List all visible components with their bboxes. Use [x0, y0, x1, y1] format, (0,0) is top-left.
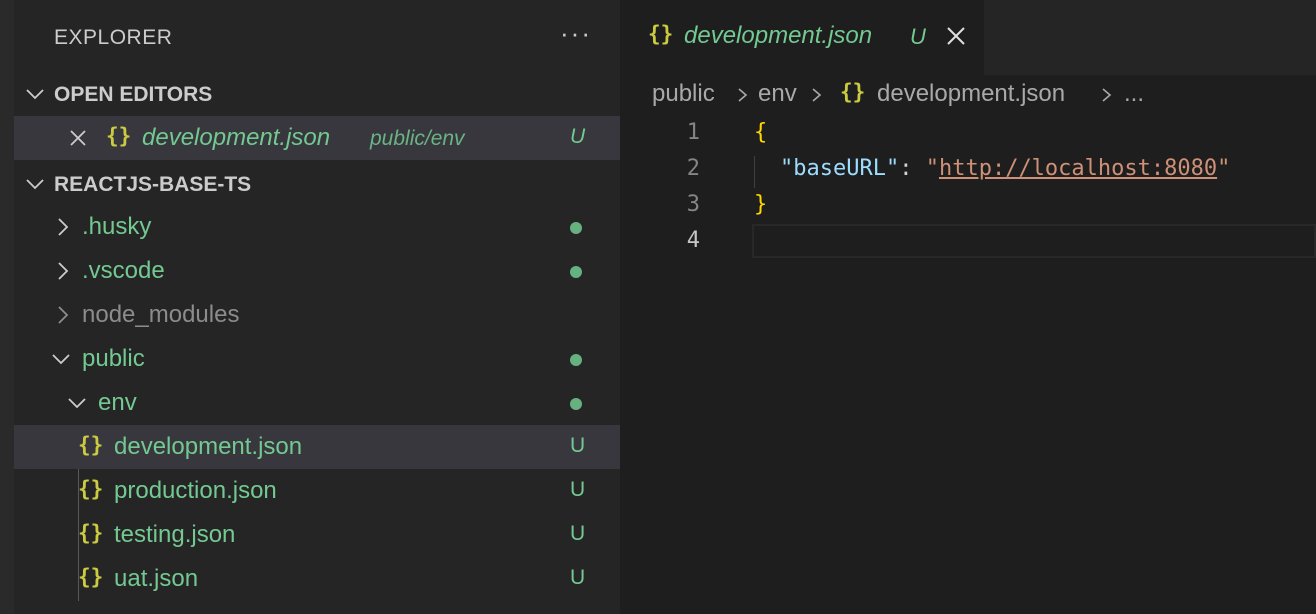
chevron-down-icon [68, 398, 86, 409]
json-file-icon: {} [840, 80, 866, 104]
section-label: OPEN EDITORS [54, 83, 213, 106]
modified-dot-icon [570, 266, 582, 278]
chevron-right-icon [58, 218, 69, 236]
chevron-right-icon [58, 306, 69, 324]
code-line-3: } [754, 192, 767, 217]
chevron-down-icon [26, 89, 44, 100]
tree-item-husky[interactable]: .husky [14, 205, 620, 249]
chevron-right-icon [812, 88, 822, 102]
untracked-badge: U [570, 522, 586, 545]
tree-item-env[interactable]: env [14, 381, 620, 425]
tree-item-production-json[interactable]: {} production.json U [14, 469, 620, 513]
explorer-title: EXPLORER [54, 26, 173, 49]
activity-bar-edge [0, 0, 14, 614]
line-number: 1 [686, 120, 700, 145]
json-file-icon: {} [106, 124, 132, 148]
breadcrumb-item[interactable]: development.json [877, 80, 1065, 108]
json-file-icon: {} [78, 565, 104, 589]
explorer-header: EXPLORER ··· [14, 0, 620, 75]
open-editor-path: public/env [370, 127, 465, 150]
breadcrumb-item[interactable]: env [758, 80, 797, 108]
untracked-badge: U [910, 24, 926, 49]
json-file-icon: {} [78, 433, 104, 457]
untracked-badge: U [570, 434, 586, 457]
tree-item-label: .husky [82, 213, 152, 240]
editor-tab-bar: {} development.json U [620, 0, 1316, 75]
tree-item-node-modules[interactable]: node_modules [14, 293, 620, 337]
close-icon[interactable] [69, 129, 87, 147]
line-number: 2 [686, 156, 700, 181]
tree-item-label: .vscode [82, 257, 165, 284]
quote: " [925, 156, 939, 181]
tree-item-label: public [82, 345, 145, 372]
code-line-1: { [754, 120, 767, 145]
colon: : [899, 156, 926, 181]
more-actions-icon[interactable]: ··· [560, 18, 592, 49]
chevron-right-icon [1102, 88, 1112, 102]
breadcrumb-item[interactable]: public [652, 80, 715, 108]
section-open-editors[interactable]: OPEN EDITORS [14, 72, 620, 116]
json-file-icon: {} [78, 521, 104, 545]
tree-item-uat-json[interactable]: {} uat.json U [14, 557, 620, 601]
chevron-down-icon [52, 354, 70, 365]
quote: " [1217, 156, 1231, 181]
section-project[interactable]: REACTJS-BASE-TS [14, 162, 620, 206]
close-icon[interactable] [946, 26, 966, 46]
tree-item-vscode[interactable]: .vscode [14, 249, 620, 293]
breadcrumb-item[interactable]: ... [1124, 80, 1144, 108]
tree-item-testing-json[interactable]: {} testing.json U [14, 513, 620, 557]
tree-item-label: development.json [114, 433, 303, 460]
untracked-badge: U [570, 125, 586, 148]
chevron-right-icon [58, 262, 69, 280]
close-brace: } [754, 192, 768, 217]
line-number: 4 [686, 228, 700, 253]
url-link[interactable]: http://localhost:8080 [939, 156, 1217, 181]
tree-item-label: testing.json [114, 521, 236, 548]
tree-item-label: env [98, 389, 137, 416]
tab-development-json[interactable]: {} development.json U [620, 0, 984, 75]
current-line-highlight [752, 224, 1316, 258]
explorer-sidebar: EXPLORER ··· OPEN EDITORS {} development… [14, 0, 620, 614]
tree-item-label: production.json [114, 477, 277, 504]
open-editor-item[interactable]: {} development.json public/env U [14, 116, 620, 160]
modified-dot-icon [570, 354, 582, 366]
line-number: 3 [686, 192, 700, 217]
json-file-icon: {} [78, 477, 104, 501]
tree-item-development-json[interactable]: {} development.json U [14, 425, 620, 469]
indent-guide [754, 156, 755, 188]
json-file-icon: {} [648, 22, 674, 46]
untracked-badge: U [570, 478, 586, 501]
tree-item-public[interactable]: public [14, 337, 620, 381]
code-line-2: "baseURL": "http://localhost:8080" [780, 156, 1230, 181]
chevron-down-icon [26, 179, 44, 190]
section-label: REACTJS-BASE-TS [54, 173, 252, 196]
chevron-right-icon [738, 88, 748, 102]
tab-label: development.json [684, 22, 873, 49]
untracked-badge: U [570, 566, 586, 589]
json-key: "baseURL" [780, 156, 900, 181]
tree-item-label: uat.json [114, 565, 199, 592]
open-editor-filename: development.json [142, 124, 331, 151]
modified-dot-icon [570, 222, 582, 234]
modified-dot-icon [570, 398, 582, 410]
tree-item-label: node_modules [82, 301, 240, 328]
code-editor[interactable]: 1 2 3 4 { "baseURL": "http://localhost:8… [620, 116, 1316, 614]
open-brace: { [754, 120, 768, 145]
